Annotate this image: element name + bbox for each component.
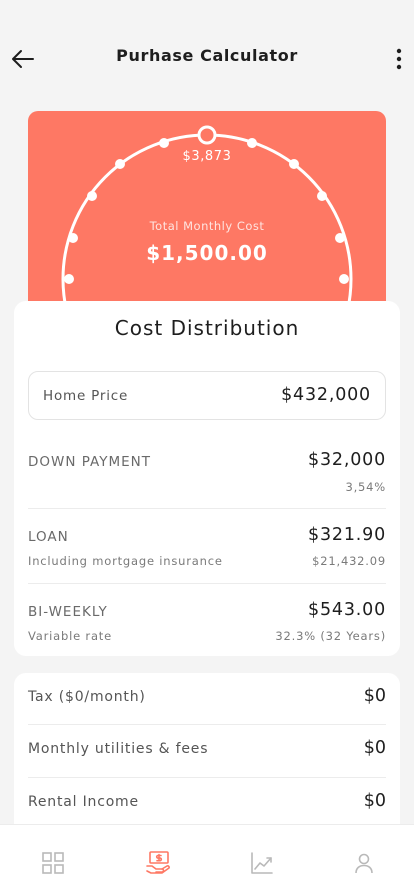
monthly-cost-gauge: $3,873 Total Monthly Cost $1,500.00 [28,111,386,311]
home-price-value: $432,000 [281,385,371,405]
bi-weekly-sub-label: Variable rate [28,629,112,643]
list-item[interactable]: Monthly utilities & fees $0 [28,724,386,777]
loan-sub-label: Including mortgage insurance [28,554,223,568]
user-icon [355,853,373,874]
utilities-value: $0 [363,738,386,758]
list-item[interactable]: Rental Income $0 [28,777,386,830]
bi-weekly-value: $543.00 [308,600,386,620]
tax-label: Tax ($0/month) [28,689,146,705]
nav-analytics[interactable] [248,849,276,877]
loan-row[interactable]: LOAN Including mortgage insurance $321.9… [28,508,386,583]
down-payment-label: DOWN PAYMENT [28,454,151,470]
nav-profile[interactable] [350,849,378,877]
additional-costs-card: Tax ($0/month) $0 Monthly utilities & fe… [14,673,400,843]
down-payment-value: $32,000 [308,450,386,470]
money-hand-icon [146,851,170,874]
down-payment-row[interactable]: DOWN PAYMENT $32,000 3,54% [28,436,386,511]
rental-income-value: $0 [363,791,386,811]
more-vertical-icon [396,48,402,70]
gauge-handle [197,125,217,145]
home-price-label: Home Price [43,388,129,404]
loan-value: $321.90 [308,525,386,545]
nav-calculator[interactable] [144,849,172,877]
loan-subvalue: $21,432.09 [312,554,386,568]
cost-distribution-title: Cost Distribution [114,316,300,340]
page-title: Purhase Calculator [116,46,298,65]
grid-icon [42,852,64,874]
bi-weekly-subvalue: 32.3% (32 Years) [275,629,386,643]
bi-weekly-label: BI-WEEKLY [28,604,108,620]
bi-weekly-row[interactable]: BI-WEEKLY Variable rate $543.00 32.3% (3… [28,583,386,658]
home-price-field[interactable]: Home Price $432,000 [28,371,386,420]
chart-line-icon [251,852,273,874]
rental-income-label: Rental Income [28,794,139,810]
bottom-nav [0,824,414,896]
utilities-label: Monthly utilities & fees [28,741,209,757]
cost-distribution-card: Cost Distribution Home Price $432,000 DO… [14,301,400,656]
total-monthly-cost-value: $1,500.00 [146,241,268,265]
tax-value: $0 [363,686,386,706]
gauge-arc [61,125,353,311]
list-item[interactable]: Tax ($0/month) $0 [28,673,386,726]
loan-label: LOAN [28,529,69,545]
total-monthly-cost-label: Total Monthly Cost [149,219,265,233]
gauge-max-value: $3,873 [182,149,232,164]
nav-dashboard[interactable] [39,849,67,877]
app-header: Purhase Calculator [0,0,414,116]
down-payment-percent: 3,54% [345,480,386,494]
more-options-button[interactable] [388,44,410,74]
